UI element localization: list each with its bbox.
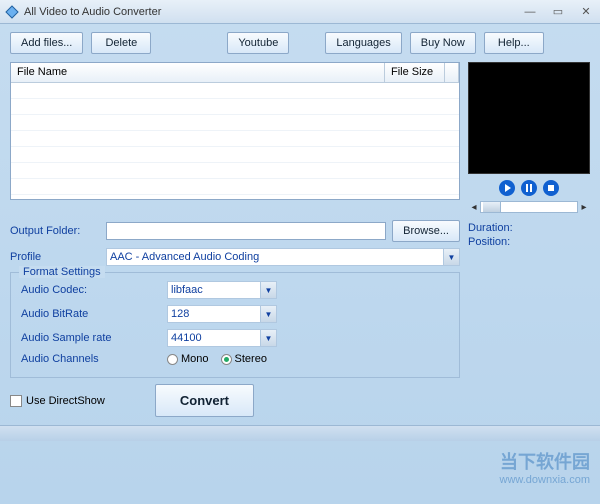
seek-track[interactable]	[480, 201, 578, 213]
delete-button[interactable]: Delete	[91, 32, 151, 54]
profile-value: AAC - Advanced Audio Coding	[110, 251, 259, 263]
table-row	[11, 83, 459, 99]
file-list-header: File Name File Size	[11, 63, 459, 83]
seek-bar[interactable]: ◂ ▸	[468, 200, 590, 214]
format-settings-group: Format Settings Audio Codec: libfaac ▼ A…	[10, 272, 460, 378]
toolbar: Add files... Delete Youtube Languages Bu…	[10, 32, 590, 54]
position-label: Position:	[468, 236, 510, 248]
close-button[interactable]: ✕	[576, 5, 596, 19]
chevron-down-icon: ▼	[443, 249, 459, 265]
table-row	[11, 115, 459, 131]
languages-button[interactable]: Languages	[325, 32, 401, 54]
browse-button[interactable]: Browse...	[392, 220, 460, 242]
buy-now-button[interactable]: Buy Now	[410, 32, 476, 54]
convert-button[interactable]: Convert	[155, 384, 254, 417]
audio-bitrate-select[interactable]: 128 ▼	[167, 305, 277, 323]
status-bar	[0, 425, 600, 441]
pause-button[interactable]	[519, 178, 539, 198]
use-directshow-checkbox[interactable]: Use DirectShow	[10, 395, 105, 407]
table-row	[11, 147, 459, 163]
profile-label: Profile	[10, 251, 100, 263]
preview-panel: ◂ ▸	[468, 62, 590, 214]
youtube-button[interactable]: Youtube	[227, 32, 289, 54]
audio-sample-value: 44100	[171, 332, 202, 344]
watermark: 当下软件园 www.downxia.com	[500, 448, 590, 486]
audio-bitrate-value: 128	[171, 308, 189, 320]
seek-left-icon[interactable]: ◂	[468, 202, 480, 213]
table-row	[11, 99, 459, 115]
chevron-down-icon: ▼	[260, 306, 276, 322]
duration-label: Duration:	[468, 222, 513, 234]
profile-select[interactable]: AAC - Advanced Audio Coding ▼	[106, 248, 460, 266]
file-list-body	[11, 83, 459, 199]
minimize-button[interactable]: —	[520, 5, 540, 19]
chevron-down-icon: ▼	[260, 282, 276, 298]
format-settings-legend: Format Settings	[19, 266, 105, 278]
chevron-down-icon: ▼	[260, 330, 276, 346]
app-icon	[4, 4, 20, 20]
audio-channels-label: Audio Channels	[21, 353, 161, 365]
column-filesize[interactable]: File Size	[385, 63, 445, 82]
seek-thumb[interactable]	[483, 202, 501, 212]
use-directshow-label: Use DirectShow	[26, 395, 105, 407]
video-preview	[468, 62, 590, 174]
play-button[interactable]	[497, 178, 517, 198]
seek-right-icon[interactable]: ▸	[578, 202, 590, 213]
audio-sample-select[interactable]: 44100 ▼	[167, 329, 277, 347]
maximize-button[interactable]: ▭	[548, 5, 568, 19]
mono-radio[interactable]: Mono	[167, 353, 209, 365]
help-button[interactable]: Help...	[484, 32, 544, 54]
table-row	[11, 179, 459, 195]
audio-codec-select[interactable]: libfaac ▼	[167, 281, 277, 299]
column-spacer	[445, 63, 459, 82]
audio-codec-label: Audio Codec:	[21, 284, 161, 296]
add-files-button[interactable]: Add files...	[10, 32, 83, 54]
table-row	[11, 131, 459, 147]
audio-codec-value: libfaac	[171, 284, 203, 296]
column-filename[interactable]: File Name	[11, 63, 385, 82]
audio-sample-label: Audio Sample rate	[21, 332, 161, 344]
stop-button[interactable]	[541, 178, 561, 198]
titlebar: All Video to Audio Converter — ▭ ✕	[0, 0, 600, 24]
table-row	[11, 163, 459, 179]
output-folder-input[interactable]	[106, 222, 386, 240]
audio-bitrate-label: Audio BitRate	[21, 308, 161, 320]
stereo-radio[interactable]: Stereo	[221, 353, 267, 365]
window-title: All Video to Audio Converter	[24, 6, 520, 18]
output-folder-label: Output Folder:	[10, 225, 100, 237]
file-list[interactable]: File Name File Size	[10, 62, 460, 200]
